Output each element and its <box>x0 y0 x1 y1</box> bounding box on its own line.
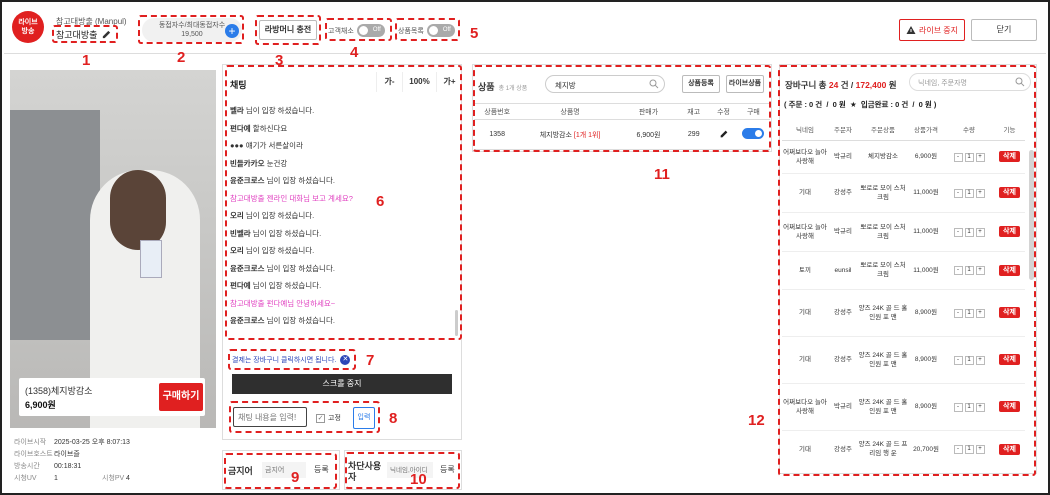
scroll-stop-button[interactable]: 스크롤 중지 <box>232 374 452 394</box>
annotation-box-12 <box>778 65 1036 476</box>
annotation-box-5 <box>395 18 460 41</box>
annotation-number-8: 8 <box>389 410 398 427</box>
annotation-box-3 <box>255 15 321 45</box>
stop-live-button[interactable]: 라이브 중지 <box>899 19 965 41</box>
wall-panel <box>10 110 100 340</box>
info-row: 라이브호스트라이브즐 <box>14 451 80 458</box>
annotation-box-7 <box>228 349 356 370</box>
annotation-number-9: 9 <box>291 469 300 486</box>
annotation-number-10: 10 <box>410 471 427 488</box>
live-info: 라이브시작 2025-03-25 오후 8:07:13 라이브호스트라이브즐 방송… <box>14 437 214 485</box>
annotation-number-2: 2 <box>177 49 186 66</box>
annotation-box-10 <box>345 452 460 489</box>
annotation-number-3: 3 <box>275 52 284 69</box>
annotation-number-5: 5 <box>470 25 479 42</box>
overlay-price: 6,900원 <box>25 400 56 410</box>
header-divider <box>4 53 1046 54</box>
warning-icon <box>906 26 916 34</box>
annotation-number-6: 6 <box>376 193 385 210</box>
annotation-box-11 <box>473 65 771 152</box>
annotation-number-4: 4 <box>350 44 359 61</box>
info-row: 방송시간 00:18:31 <box>14 463 82 470</box>
product-bottle <box>140 240 162 278</box>
annotation-box-9 <box>224 453 337 489</box>
stats-row: 시청UV 1 시청PV 4 <box>14 475 130 482</box>
annotation-box-4 <box>325 18 392 41</box>
annotation-box-6 <box>225 65 462 340</box>
annotation-box-8 <box>229 401 380 433</box>
annotation-number-11: 11 <box>654 166 670 183</box>
stop-live-label: 라이브 중지 <box>918 25 959 35</box>
product-overlay[interactable]: (1358)체지방감소 6,900원 구매하기 <box>19 378 205 416</box>
annotation-number-1: 1 <box>82 52 91 69</box>
info-row: 라이브시작 2025-03-25 오후 8:07:13 <box>14 439 130 446</box>
annotation-number-7: 7 <box>366 352 375 369</box>
buy-button[interactable]: 구매하기 <box>159 383 203 411</box>
overlay-title: (1358)체지방감소 <box>25 386 93 396</box>
live-badge: 라이브 방송 <box>12 11 44 43</box>
annotation-number-12: 12 <box>748 412 765 429</box>
video-player[interactable]: (1358)체지방감소 6,900원 구매하기 <box>10 70 216 428</box>
close-button[interactable]: 닫기 <box>971 19 1037 41</box>
presenter-head <box>110 170 166 250</box>
annotation-box-2 <box>138 15 244 44</box>
annotation-box-1 <box>52 25 118 43</box>
